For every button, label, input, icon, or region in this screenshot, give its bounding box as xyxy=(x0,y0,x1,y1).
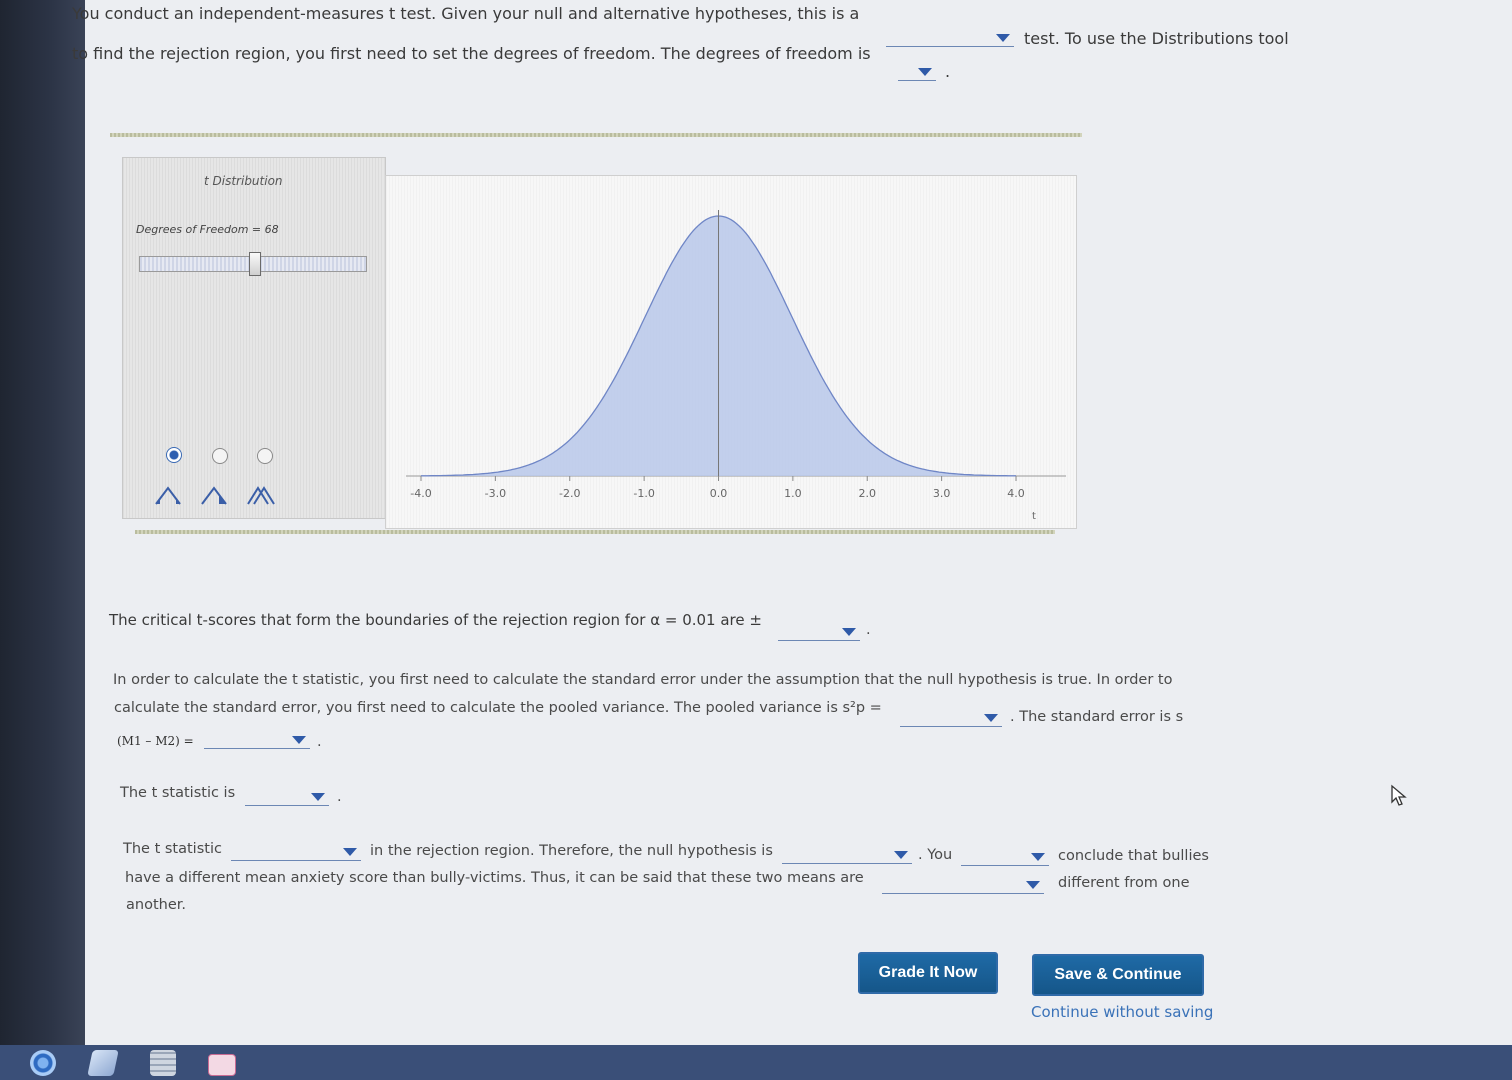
tstat-text: The t statistic is xyxy=(120,785,236,801)
degrees-of-freedom-dropdown[interactable] xyxy=(898,58,936,81)
conclusion-f: different from one xyxy=(1058,875,1190,891)
two-tailed-icon xyxy=(155,486,181,505)
conclusion-b: in the rejection region. Therefore, the … xyxy=(370,843,773,859)
x-tick-label: -1.0 xyxy=(633,487,654,500)
folder-icon[interactable] xyxy=(87,1050,119,1076)
critical-t-dropdown[interactable] xyxy=(778,618,860,641)
chevron-down-icon xyxy=(292,736,306,744)
tstat-end: . xyxy=(337,789,342,805)
t-distribution-chart: -4.0 -3.0 -2.0 -1.0 0.0 1.0 2.0 3.0 4.0 t xyxy=(406,210,1066,522)
x-axis-ticks: -4.0 -3.0 -2.0 -1.0 0.0 1.0 2.0 3.0 4.0 xyxy=(410,476,1025,500)
null-hypothesis-dropdown[interactable] xyxy=(782,841,912,864)
x-tick-label: 0.0 xyxy=(710,487,728,500)
mouse-cursor-icon xyxy=(1391,784,1407,806)
right-tailed-radio[interactable] xyxy=(257,448,273,464)
conclusion-d: conclude that bullies xyxy=(1058,848,1209,864)
tool-top-border xyxy=(110,133,1082,137)
browser-icon[interactable] xyxy=(30,1050,56,1076)
se-line-2-after: . The standard error is s xyxy=(1010,709,1184,725)
x-tick-label: 3.0 xyxy=(933,487,951,500)
chevron-down-icon xyxy=(984,714,998,722)
standard-error-dropdown[interactable] xyxy=(204,726,310,749)
conclusion-g: another. xyxy=(126,897,186,913)
two-tailed-radio[interactable] xyxy=(166,447,182,463)
chevron-down-icon xyxy=(1026,881,1040,889)
x-tick-label: -4.0 xyxy=(410,487,431,500)
tool-title: t Distribution xyxy=(204,174,283,188)
se-line-3: (M1 – M2) = xyxy=(117,734,194,748)
pooled-variance-dropdown[interactable] xyxy=(900,704,1002,727)
x-tick-label: 1.0 xyxy=(784,487,802,500)
chevron-down-icon xyxy=(1031,853,1045,861)
question-line-2: to find the rejection region, you first … xyxy=(72,44,871,63)
question-line-1-after: test. To use the Distributions tool xyxy=(1024,29,1289,48)
se-line-3-end: . xyxy=(317,734,322,750)
distribution-plot-panel: -4.0 -3.0 -2.0 -1.0 0.0 1.0 2.0 3.0 4.0 t xyxy=(385,175,1077,529)
save-continue-button[interactable]: Save & Continue xyxy=(1032,954,1204,996)
x-tick-label: -2.0 xyxy=(559,487,580,500)
x-tick-label: 4.0 xyxy=(1007,487,1025,500)
x-tick-label: 2.0 xyxy=(859,487,877,500)
critical-text-end: . xyxy=(866,622,871,638)
chevron-down-icon xyxy=(311,793,325,801)
df-label: Degrees of Freedom = 68 xyxy=(136,223,279,236)
x-tick-label: -3.0 xyxy=(485,487,506,500)
question-line-2-end: . xyxy=(945,62,951,81)
means-different-dropdown[interactable] xyxy=(882,871,1044,894)
question-line-1: You conduct an independent-measures t te… xyxy=(72,4,860,23)
continue-without-saving-link[interactable]: Continue without saving xyxy=(1031,1003,1213,1021)
conclusion-a: The t statistic xyxy=(123,841,222,857)
conclusion-c: . You xyxy=(918,847,953,863)
grade-it-now-button[interactable]: Grade It Now xyxy=(858,952,998,994)
critical-text: The critical t-scores that form the boun… xyxy=(109,611,762,629)
left-tailed-radio[interactable] xyxy=(212,448,228,464)
right-tailed-icon xyxy=(247,486,275,505)
conclusion-e: have a different mean anxiety score than… xyxy=(125,870,864,886)
left-panel xyxy=(0,0,85,1045)
chevron-down-icon xyxy=(996,34,1010,42)
calculator-icon[interactable] xyxy=(150,1050,176,1076)
can-conclude-dropdown[interactable] xyxy=(961,843,1049,866)
left-tailed-icon xyxy=(201,486,227,505)
app-icon[interactable] xyxy=(208,1054,236,1076)
chevron-down-icon xyxy=(918,68,932,76)
tool-bottom-border xyxy=(135,530,1055,534)
test-type-dropdown[interactable] xyxy=(886,24,1014,47)
se-line-2: calculate the standard error, you first … xyxy=(114,700,882,716)
df-slider-handle[interactable] xyxy=(249,252,261,276)
t-statistic-dropdown[interactable] xyxy=(245,783,329,806)
se-line-1: In order to calculate the t statistic, y… xyxy=(113,672,1173,688)
chevron-down-icon xyxy=(842,628,856,636)
tool-control-panel xyxy=(122,157,386,519)
chevron-down-icon xyxy=(343,848,357,856)
x-axis-label: t xyxy=(1032,511,1036,522)
t-stat-location-dropdown[interactable] xyxy=(231,838,361,861)
chevron-down-icon xyxy=(894,851,908,859)
